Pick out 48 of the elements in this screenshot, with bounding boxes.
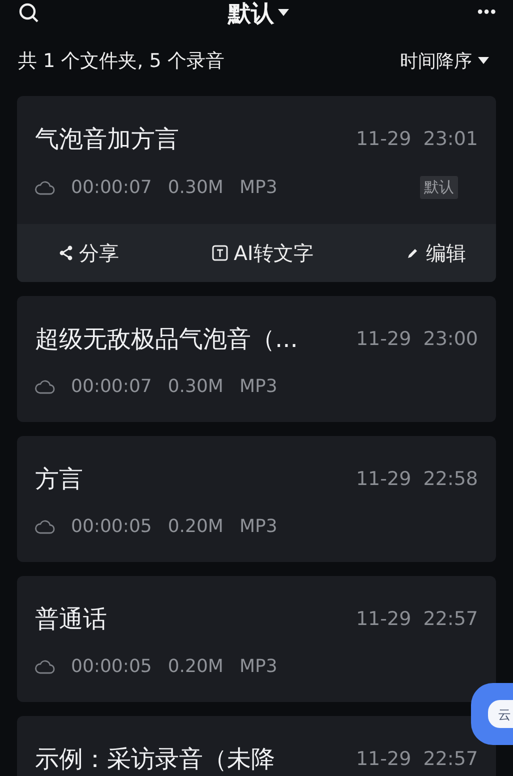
format-text: MP3 xyxy=(239,376,278,397)
recording-title: 方言 xyxy=(35,464,83,495)
folder-tag: 默认 xyxy=(420,176,458,199)
duration-text: 00:00:05 xyxy=(71,656,152,677)
recording-title: 气泡音加方言 xyxy=(35,124,179,155)
cloud-button[interactable]: 云 xyxy=(471,683,513,745)
caret-icon xyxy=(278,9,290,17)
recording-datetime: 11-29 22:57 xyxy=(356,608,478,630)
format-text: MP3 xyxy=(239,177,278,198)
duration-text: 00:00:07 xyxy=(71,177,152,198)
recording-title: 超级无敌极品气泡音（... xyxy=(35,324,298,355)
size-text: 0.20M xyxy=(168,656,224,677)
search-button[interactable] xyxy=(18,2,40,24)
share-icon xyxy=(59,245,73,261)
more-button[interactable]: ••• xyxy=(477,4,497,22)
share-button[interactable]: 分享 xyxy=(59,240,119,266)
recording-datetime: 11-29 23:00 xyxy=(356,328,478,350)
cloud-label: 云 xyxy=(488,700,513,728)
recording-datetime: 11-29 23:01 xyxy=(356,128,478,150)
cloud-icon xyxy=(35,660,55,674)
recording-card[interactable]: 普通话 11-29 22:57 00:00:05 0.20M MP3 xyxy=(17,576,496,702)
duration-text: 00:00:05 xyxy=(71,516,152,537)
duration-text: 00:00:07 xyxy=(71,376,152,397)
format-text: MP3 xyxy=(239,516,278,537)
format-text: MP3 xyxy=(239,656,278,677)
recording-card[interactable]: 气泡音加方言 11-29 23:01 00:00:07 0.30M MP3 默认 分享 AI转文字 编辑 xyxy=(17,96,496,282)
folder-title[interactable]: 默认 xyxy=(228,0,290,28)
cloud-icon xyxy=(35,380,55,394)
size-text: 0.20M xyxy=(168,516,224,537)
summary-text: 共 1 个文件夹, 5 个录音 xyxy=(18,49,224,74)
sort-button[interactable]: 时间降序 xyxy=(400,49,489,73)
recording-datetime: 11-29 22:58 xyxy=(356,468,478,490)
recording-title: 普通话 xyxy=(35,604,107,635)
search-icon xyxy=(18,2,40,24)
size-text: 0.30M xyxy=(168,177,224,198)
text-box-icon xyxy=(212,245,228,261)
size-text: 0.30M xyxy=(168,376,224,397)
transcribe-button[interactable]: AI转文字 xyxy=(212,240,314,266)
edit-button[interactable]: 编辑 xyxy=(406,240,466,266)
pencil-icon xyxy=(406,246,420,260)
cloud-icon xyxy=(35,180,55,194)
cloud-icon xyxy=(35,520,55,534)
caret-icon xyxy=(478,57,489,65)
recording-datetime: 11-29 22:57 xyxy=(356,748,478,770)
recording-card[interactable]: 方言 11-29 22:58 00:00:05 0.20M MP3 xyxy=(17,436,496,562)
recording-card[interactable]: 超级无敌极品气泡音（... 11-29 23:00 00:00:07 0.30M MP3 xyxy=(17,296,496,422)
recording-title: 示例：采访录音（未降 xyxy=(35,744,275,775)
recording-card[interactable]: 示例：采访录音（未降 11-29 22:57 xyxy=(17,716,496,776)
